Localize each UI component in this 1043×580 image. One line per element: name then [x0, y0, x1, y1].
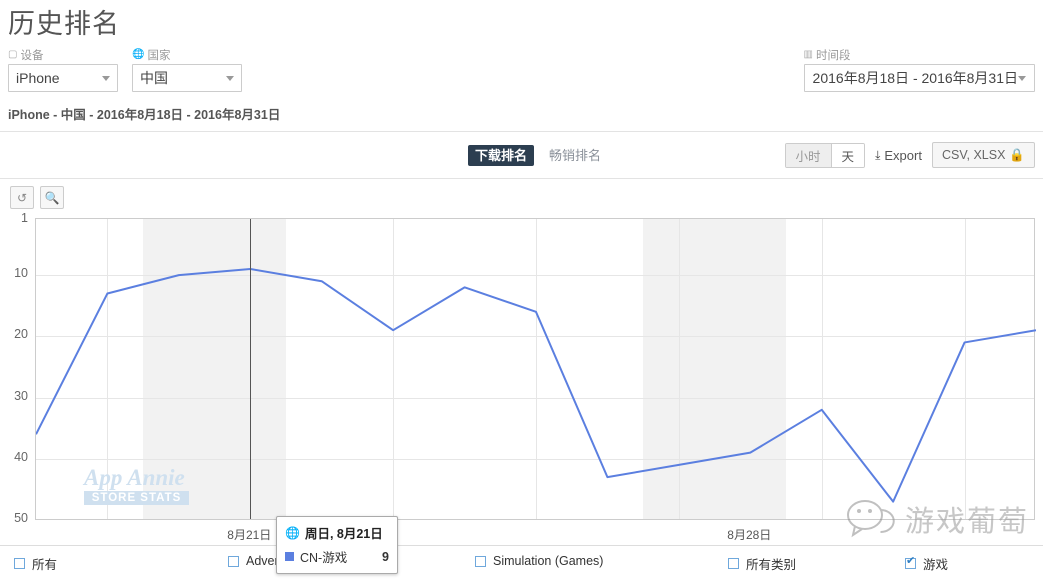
toolbar-right-group: 小时 天 ⤓ Export CSV, XLSX 🔒 — [784, 142, 1035, 168]
legend-label: 所有类别 — [746, 558, 797, 572]
y-axis-tick: 20 — [14, 327, 28, 342]
tooltip-date: 周日, 8月21日 — [304, 527, 383, 541]
legend-checkbox[interactable] — [905, 556, 916, 569]
legend-item-3[interactable]: 所有类别 — [728, 554, 796, 573]
country-filter-label: 🌐 国家 — [132, 48, 242, 63]
crosshair-line — [250, 219, 252, 519]
legend-checkbox[interactable] — [728, 558, 739, 569]
csv-xlsx-button[interactable]: CSV, XLSX 🔒 — [931, 142, 1035, 168]
appannie-watermark: App Annie STORE STATS — [84, 466, 189, 505]
historical-rank-page: 历史排名 ▢ 设备 iPhone 🌐 国家 中国 ▥ 时间段 2016年8月18… — [0, 0, 1043, 580]
y-axis-tick: 10 — [14, 266, 28, 281]
chart-zoom-controls: ↺ 🔍 — [10, 186, 64, 209]
country-label-text: 国家 — [147, 50, 171, 62]
rank-chart: 1 10 20 30 40 50 App Annie STORE STATS 8月21日 8… — [0, 210, 1043, 574]
csv-xlsx-label: CSV, XLSX — [941, 148, 1006, 162]
daterange-value: 2016年8月18日 - 2016年8月31日 — [812, 70, 1018, 86]
device-label-text: 设备 — [20, 50, 44, 62]
reset-icon: ↺ — [16, 190, 28, 205]
y-axis-tick: 40 — [14, 449, 28, 464]
country-select[interactable]: 中国 — [132, 64, 242, 92]
tab-download-rank[interactable]: 下载排名 — [468, 145, 535, 166]
legend-item-4[interactable]: 游戏 — [905, 554, 948, 573]
zoom-in-button[interactable]: 🔍 — [40, 186, 64, 209]
wechat-watermark-text: 游戏葡萄 — [904, 506, 1029, 538]
globe-icon: 🌐 — [285, 525, 300, 540]
wechat-icon — [846, 500, 895, 538]
daterange-select[interactable]: 2016年8月18日 - 2016年8月31日 — [803, 64, 1035, 92]
tooltip-header: 🌐 周日, 8月21日 — [285, 523, 389, 542]
calendar-icon: ▥ — [803, 49, 813, 60]
tooltip-swatch — [285, 552, 294, 561]
legend-checkbox[interactable] — [475, 555, 486, 567]
x-axis-tick: 8月28日 — [727, 528, 772, 542]
legend-item-2[interactable]: Simulation (Games) — [475, 554, 603, 568]
device-filter-label: ▢ 设备 — [8, 48, 118, 63]
device-filter: ▢ 设备 iPhone — [8, 48, 118, 92]
y-axis-tick: 30 — [14, 388, 28, 403]
plot-area[interactable]: App Annie STORE STATS — [35, 218, 1036, 520]
export-button[interactable]: ⤓ Export — [875, 148, 922, 163]
tooltip-series-name: CN-游戏 — [300, 551, 348, 565]
device-select[interactable]: iPhone — [8, 64, 118, 92]
tab-grossing-rank[interactable]: 畅销排名 — [542, 145, 608, 166]
tooltip-series-row: CN-游戏 9 — [285, 547, 389, 566]
country-select-value: 中国 — [140, 70, 168, 86]
daterange-filter-label: ▥ 时间段 — [803, 48, 1035, 63]
zoom-in-icon: 🔍 — [44, 190, 60, 205]
lock-icon: 🔒 — [1009, 147, 1025, 162]
breadcrumb: iPhone - 中国 - 2016年8月18日 - 2016年8月31日 — [8, 108, 281, 122]
granularity-day[interactable]: 天 — [830, 143, 865, 167]
granularity-toggle: 小时 天 — [784, 142, 866, 168]
toolbar-divider — [0, 178, 1043, 179]
legend-checkbox[interactable] — [228, 555, 239, 567]
legend-label: 游戏 — [923, 558, 949, 572]
y-axis-tick: 50 — [14, 511, 28, 525]
reset-zoom-button[interactable]: ↺ — [10, 186, 34, 209]
watermark-title: App Annie — [84, 465, 185, 490]
export-label: Export — [884, 147, 922, 163]
rank-type-tabs: 下载排名 畅销排名 — [468, 145, 608, 166]
download-icon: ⤓ — [875, 147, 881, 162]
legend-item-0[interactable]: 所有 — [14, 554, 57, 573]
wechat-watermark: 游戏葡萄 — [845, 498, 1029, 540]
chevron-down-icon — [1018, 75, 1026, 81]
legend-bar: 所有Adventure (Games)Simulation (Games)所有类… — [0, 546, 1043, 580]
daterange-filter: ▥ 时间段 2016年8月18日 - 2016年8月31日 — [803, 48, 1035, 92]
watermark-subtitle: STORE STATS — [84, 491, 189, 505]
y-axis-tick: 1 — [21, 211, 28, 225]
chart-tooltip: 🌐 周日, 8月21日 CN-游戏 9 — [276, 516, 398, 574]
legend-checkbox[interactable] — [14, 558, 25, 569]
chevron-down-icon — [226, 75, 234, 81]
device-select-value: iPhone — [16, 70, 60, 86]
filter-bar: ▢ 设备 iPhone 🌐 国家 中国 — [8, 48, 242, 92]
granularity-hour[interactable]: 小时 — [785, 143, 831, 167]
page-title: 历史排名 — [8, 9, 120, 39]
tooltip-value: 9 — [382, 549, 389, 564]
globe-icon: 🌐 — [132, 49, 145, 60]
country-filter: 🌐 国家 中国 — [132, 48, 242, 92]
legend-label: 所有 — [32, 558, 58, 572]
chart-toolbar: 下载排名 畅销排名 小时 天 ⤓ Export CSV, XLSX 🔒 — [0, 132, 1043, 178]
daterange-label-text: 时间段 — [816, 50, 851, 62]
chevron-down-icon — [102, 75, 110, 81]
legend-label: Simulation (Games) — [493, 554, 604, 568]
x-axis-tick: 8月21日 — [227, 528, 272, 542]
device-icon: ▢ — [8, 49, 18, 60]
